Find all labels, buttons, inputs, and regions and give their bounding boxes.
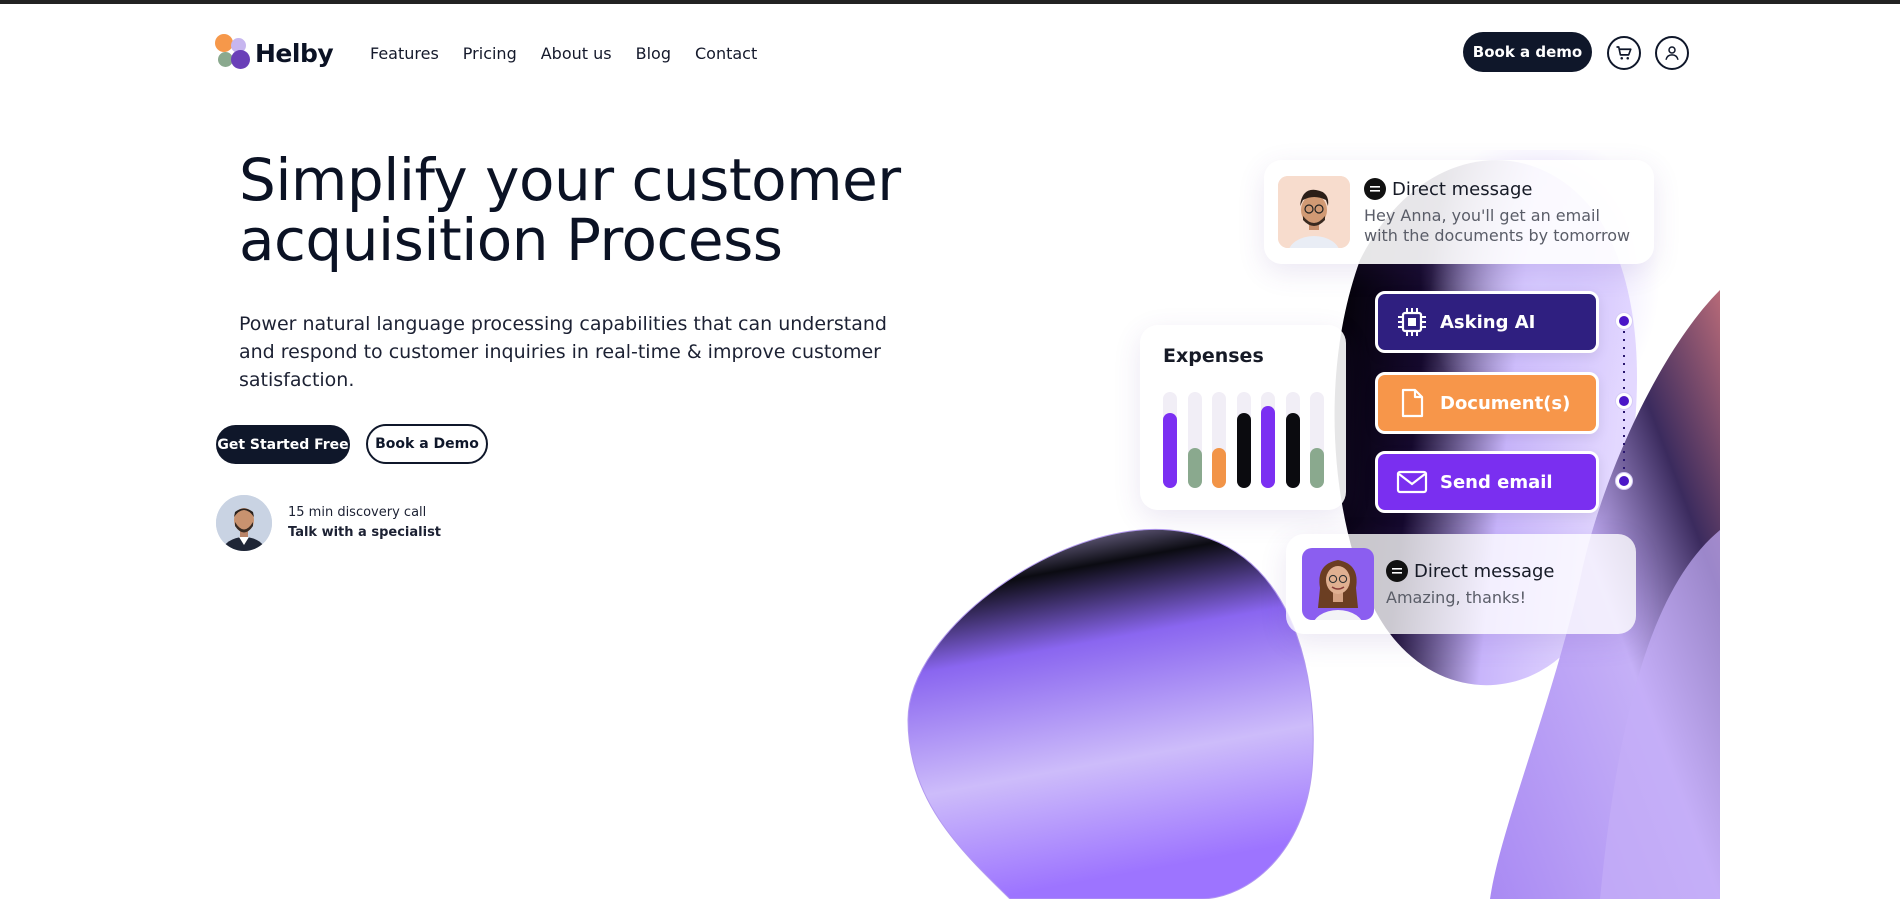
direct-message-body-bottom: Amazing, thanks! — [1386, 588, 1527, 607]
expense-bar-track — [1261, 392, 1275, 488]
nav-link-contact[interactable]: Contact — [695, 44, 757, 63]
expenses-title: Expenses — [1163, 345, 1264, 367]
brand-name: Helby — [255, 38, 334, 68]
hero-title-line-2: acquisition Process — [239, 206, 783, 274]
step-dot-1 — [1616, 313, 1632, 329]
step-documents-label: Document(s) — [1440, 392, 1571, 414]
nav-link-blog[interactable]: Blog — [636, 44, 671, 63]
expense-bar-track — [1163, 392, 1177, 488]
direct-message-header-bottom: Direct message — [1386, 560, 1555, 582]
expense-bar — [1236, 413, 1251, 488]
nav-link-about[interactable]: About us — [541, 44, 612, 63]
expense-bar — [1310, 448, 1324, 488]
expense-bar-track — [1310, 392, 1324, 488]
logo-mark-icon — [215, 34, 253, 72]
direct-message-card-bottom: Direct message Amazing, thanks! — [1286, 534, 1636, 634]
step-asking-ai: Asking AI — [1375, 291, 1599, 353]
step-documents: Document(s) — [1375, 372, 1599, 434]
top-navigation: Helby Features Pricing About us Blog Con… — [0, 4, 1900, 100]
expense-bar — [1212, 448, 1226, 488]
specialist-text: 15 min discovery call Talk with a specia… — [288, 503, 441, 543]
chat-bubble-icon — [1364, 178, 1386, 200]
book-demo-nav-button[interactable]: Book a demo — [1463, 32, 1592, 72]
hero-illustration: Direct message Hey Anna, you'll get an e… — [900, 150, 1720, 899]
direct-message-title: Direct message — [1392, 178, 1533, 200]
account-button[interactable] — [1655, 36, 1689, 70]
hero-description: Power natural language processing capabi… — [239, 313, 887, 391]
expense-bar — [1163, 413, 1177, 488]
direct-message-title-bottom: Direct message — [1414, 560, 1555, 582]
sender-avatar — [1278, 176, 1350, 248]
recipient-avatar — [1302, 548, 1374, 620]
expenses-card: Expenses — [1140, 325, 1346, 510]
direct-message-header: Direct message — [1364, 178, 1634, 200]
expense-bar-track — [1187, 392, 1202, 488]
user-icon — [1665, 46, 1679, 60]
expense-bar-track — [1285, 392, 1300, 488]
specialist-avatar — [216, 495, 272, 551]
chat-bubble-icon — [1386, 560, 1408, 582]
expense-bar-track — [1212, 392, 1226, 488]
get-started-button[interactable]: Get Started Free — [216, 425, 350, 464]
nav-link-pricing[interactable]: Pricing — [463, 44, 517, 63]
expense-bar — [1261, 406, 1275, 488]
specialist-line-2-bold: specialist — [371, 525, 442, 540]
brand-logo[interactable]: Helby — [215, 34, 334, 72]
hero-title: Simplify your customer acquisition Proce… — [239, 150, 939, 270]
expense-bar — [1187, 448, 1202, 488]
specialist-line-2: Talk with a specialist — [288, 523, 441, 543]
nav-link-features[interactable]: Features — [370, 44, 439, 63]
expense-bar-track — [1236, 392, 1251, 488]
step-dot-2 — [1616, 393, 1632, 409]
document-icon — [1396, 387, 1428, 419]
cart-button[interactable] — [1607, 36, 1641, 70]
step-send-email: Send email — [1375, 451, 1599, 513]
direct-message-card-top: Direct message Hey Anna, you'll get an e… — [1264, 160, 1654, 264]
cart-icon — [1616, 46, 1632, 60]
expense-bar — [1285, 413, 1300, 488]
nav-links: Features Pricing About us Blog Contact — [370, 44, 757, 63]
mail-icon — [1396, 466, 1428, 498]
book-demo-button[interactable]: Book a Demo — [366, 424, 488, 464]
specialist-line-2-prefix: Talk with a — [288, 525, 372, 540]
hero-title-line-1: Simplify your customer — [239, 146, 901, 214]
chip-icon — [1396, 306, 1428, 338]
step-dot-3 — [1616, 473, 1632, 489]
direct-message-body: Hey Anna, you'll get an email with the d… — [1364, 206, 1631, 245]
step-asking-ai-label: Asking AI — [1440, 311, 1536, 333]
specialist-callout[interactable]: 15 min discovery call Talk with a specia… — [216, 495, 441, 551]
step-send-email-label: Send email — [1440, 471, 1553, 493]
specialist-line-1: 15 min discovery call — [288, 505, 427, 520]
